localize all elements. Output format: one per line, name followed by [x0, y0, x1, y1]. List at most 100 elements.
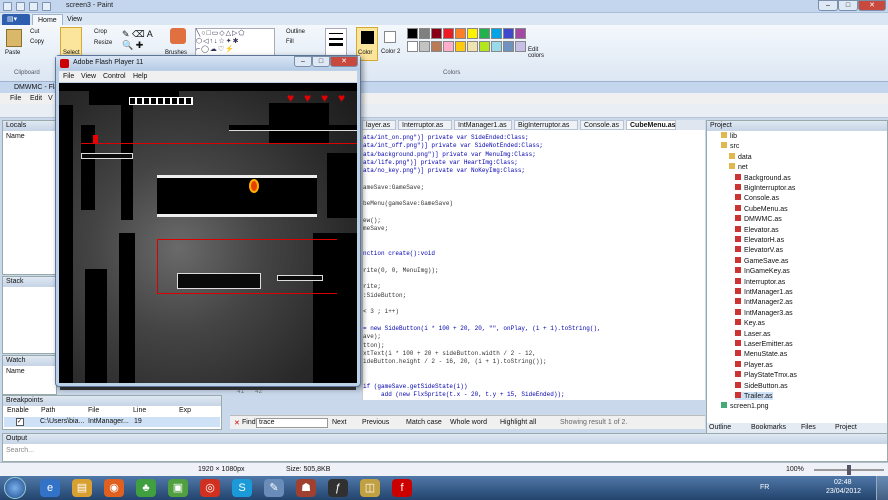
tab-view[interactable]: View — [62, 14, 87, 25]
game-canvas[interactable]: ♥ ♥ ♥ ♥ — [59, 83, 357, 383]
project-tree-item[interactable]: InGameKey.as — [735, 267, 790, 275]
project-tree-item[interactable]: IntManager1.as — [735, 288, 793, 296]
explorer-icon[interactable]: ▤ — [72, 479, 92, 497]
palette-swatch[interactable] — [407, 28, 418, 39]
palette-swatch[interactable] — [491, 28, 502, 39]
editor-tab[interactable]: IntManager1.as — [454, 120, 512, 130]
project-bottom-tab[interactable]: Files — [801, 424, 816, 431]
project-tree-item[interactable]: ElevatorH.as — [735, 236, 784, 244]
paint-menu-button[interactable]: ▤▾ — [2, 14, 30, 25]
palette-swatch[interactable] — [479, 28, 490, 39]
project-tree-item[interactable]: ElevatorV.as — [735, 246, 783, 254]
clock-time[interactable]: 02:48 — [834, 479, 852, 486]
bp-enable-checkbox[interactable]: ✓ — [16, 418, 24, 426]
editor-tab[interactable]: layer.as — [362, 120, 396, 130]
outline-dropdown[interactable]: Outline — [286, 29, 305, 35]
find-previous-button[interactable]: Previous — [362, 419, 389, 426]
project-tree-item[interactable]: Key.as — [735, 319, 765, 327]
ide-menu-file[interactable]: File — [10, 95, 21, 102]
paint-app-icon[interactable] — [3, 2, 12, 11]
ide-menu-edit[interactable]: Edit — [30, 95, 42, 102]
zoom-slider[interactable] — [814, 465, 884, 475]
flashdevelop-icon[interactable]: ƒ — [328, 479, 348, 497]
watch-name-col[interactable]: Name — [6, 368, 25, 375]
fill-dropdown[interactable]: Fill — [286, 39, 294, 45]
palette-swatch[interactable] — [431, 28, 442, 39]
paint-icon[interactable]: ✎ — [264, 479, 284, 497]
ide-menu-view[interactable]: V — [48, 95, 53, 102]
highlight-all-checkbox[interactable]: Highlight all — [500, 419, 536, 426]
color-palette[interactable] — [407, 28, 527, 56]
close-button[interactable]: ✕ — [858, 0, 886, 11]
tools-icons[interactable]: ✎ ⌫ A 🔍 ✚ — [122, 29, 162, 53]
find-next-button[interactable]: Next — [332, 419, 346, 426]
ie-icon[interactable]: e — [40, 479, 60, 497]
project-bottom-tab[interactable]: Outline — [709, 424, 731, 431]
whole-word-checkbox[interactable]: Whole word — [450, 419, 487, 426]
project-tree-item[interactable]: lib — [721, 132, 737, 140]
project-tree-item[interactable]: PlayStateTmx.as — [735, 371, 797, 379]
project-tree-item[interactable]: src — [721, 142, 739, 150]
redo-icon[interactable] — [42, 2, 51, 11]
project-tree-item[interactable]: Trailer.as — [735, 392, 773, 400]
save-icon[interactable] — [16, 2, 25, 11]
maximize-button[interactable]: □ — [838, 0, 858, 11]
flash-menu-view[interactable]: View — [81, 73, 96, 80]
project-tree-item[interactable]: IntManager3.as — [735, 308, 793, 317]
project-tree-item[interactable]: BigInterruptor.as — [735, 184, 795, 192]
palette-swatch[interactable] — [419, 28, 430, 39]
project-tree-item[interactable]: net — [729, 163, 748, 171]
palette-swatch[interactable] — [419, 41, 430, 52]
close-find-icon[interactable]: ✕ — [234, 419, 240, 427]
flash-close-button[interactable]: ✕ — [330, 56, 358, 67]
clock-date[interactable]: 23/04/2012 — [826, 488, 861, 495]
tab-home[interactable]: Home — [32, 14, 63, 25]
project-tree-item[interactable]: Player.as — [735, 360, 773, 369]
resize-button[interactable]: Resize — [94, 40, 112, 46]
find-input[interactable]: trace — [256, 418, 328, 428]
palette-swatch[interactable] — [455, 41, 466, 52]
project-bottom-tab[interactable]: Project — [835, 424, 857, 431]
project-tree-item[interactable]: SideButton.as — [735, 381, 788, 390]
flash-menu-help[interactable]: Help — [133, 73, 147, 80]
palette-swatch[interactable] — [503, 28, 514, 39]
undo-icon[interactable] — [29, 2, 38, 11]
project-tree-item[interactable]: Interruptor.as — [735, 277, 785, 286]
flash-minimize-button[interactable]: – — [294, 56, 312, 67]
paste-label[interactable]: Paste — [5, 50, 20, 56]
color2-button[interactable]: Color 2 — [381, 27, 401, 61]
project-tree-item[interactable]: CubeMenu.as — [735, 204, 788, 213]
project-tree-item[interactable]: screen1.png — [721, 402, 769, 410]
flash-menu-control[interactable]: Control — [103, 73, 126, 80]
editor-tab[interactable]: Console.as — [580, 120, 624, 130]
ide-icon[interactable]: ▣ — [168, 479, 188, 497]
editor-tab[interactable]: BigInterruptor.as — [514, 120, 578, 130]
project-bottom-tab[interactable]: Bookmarks — [751, 424, 786, 431]
flash-maximize-button[interactable]: □ — [312, 56, 330, 67]
palette-swatch[interactable] — [431, 41, 442, 52]
project-tree-item[interactable]: Elevator.as — [735, 225, 779, 234]
project-tree-item[interactable]: Laser.as — [735, 329, 770, 338]
project-tree-item[interactable]: data — [729, 152, 752, 161]
flash-titlebar[interactable]: Adobe Flash Player 11 – □ ✕ — [56, 56, 360, 70]
palette-swatch[interactable] — [467, 28, 478, 39]
zoom-slider-thumb[interactable] — [847, 465, 851, 475]
flash-player-icon[interactable]: f — [392, 479, 412, 497]
palette-swatch[interactable] — [443, 41, 454, 52]
project-tree-item[interactable]: LaserEmitter.as — [735, 340, 793, 348]
crop-button[interactable]: Crop — [94, 29, 107, 35]
paste-icon[interactable] — [6, 29, 22, 47]
palette-swatch[interactable] — [455, 28, 466, 39]
palette-swatch[interactable] — [407, 41, 418, 52]
palette-swatch[interactable] — [503, 41, 514, 52]
project-tree-item[interactable]: MenuState.as — [735, 350, 787, 358]
palette-swatch[interactable] — [467, 41, 478, 52]
project-tree-item[interactable]: DMWMC.as — [735, 215, 782, 223]
minimize-button[interactable]: – — [818, 0, 838, 11]
files-icon[interactable]: ◫ — [360, 479, 380, 497]
project-tree-item[interactable]: GameSave.as — [735, 256, 788, 265]
skype-icon[interactable]: S — [232, 479, 252, 497]
palette-swatch[interactable] — [515, 28, 526, 39]
show-desktop-button[interactable] — [876, 476, 888, 500]
output-search[interactable]: Search... — [6, 447, 34, 454]
